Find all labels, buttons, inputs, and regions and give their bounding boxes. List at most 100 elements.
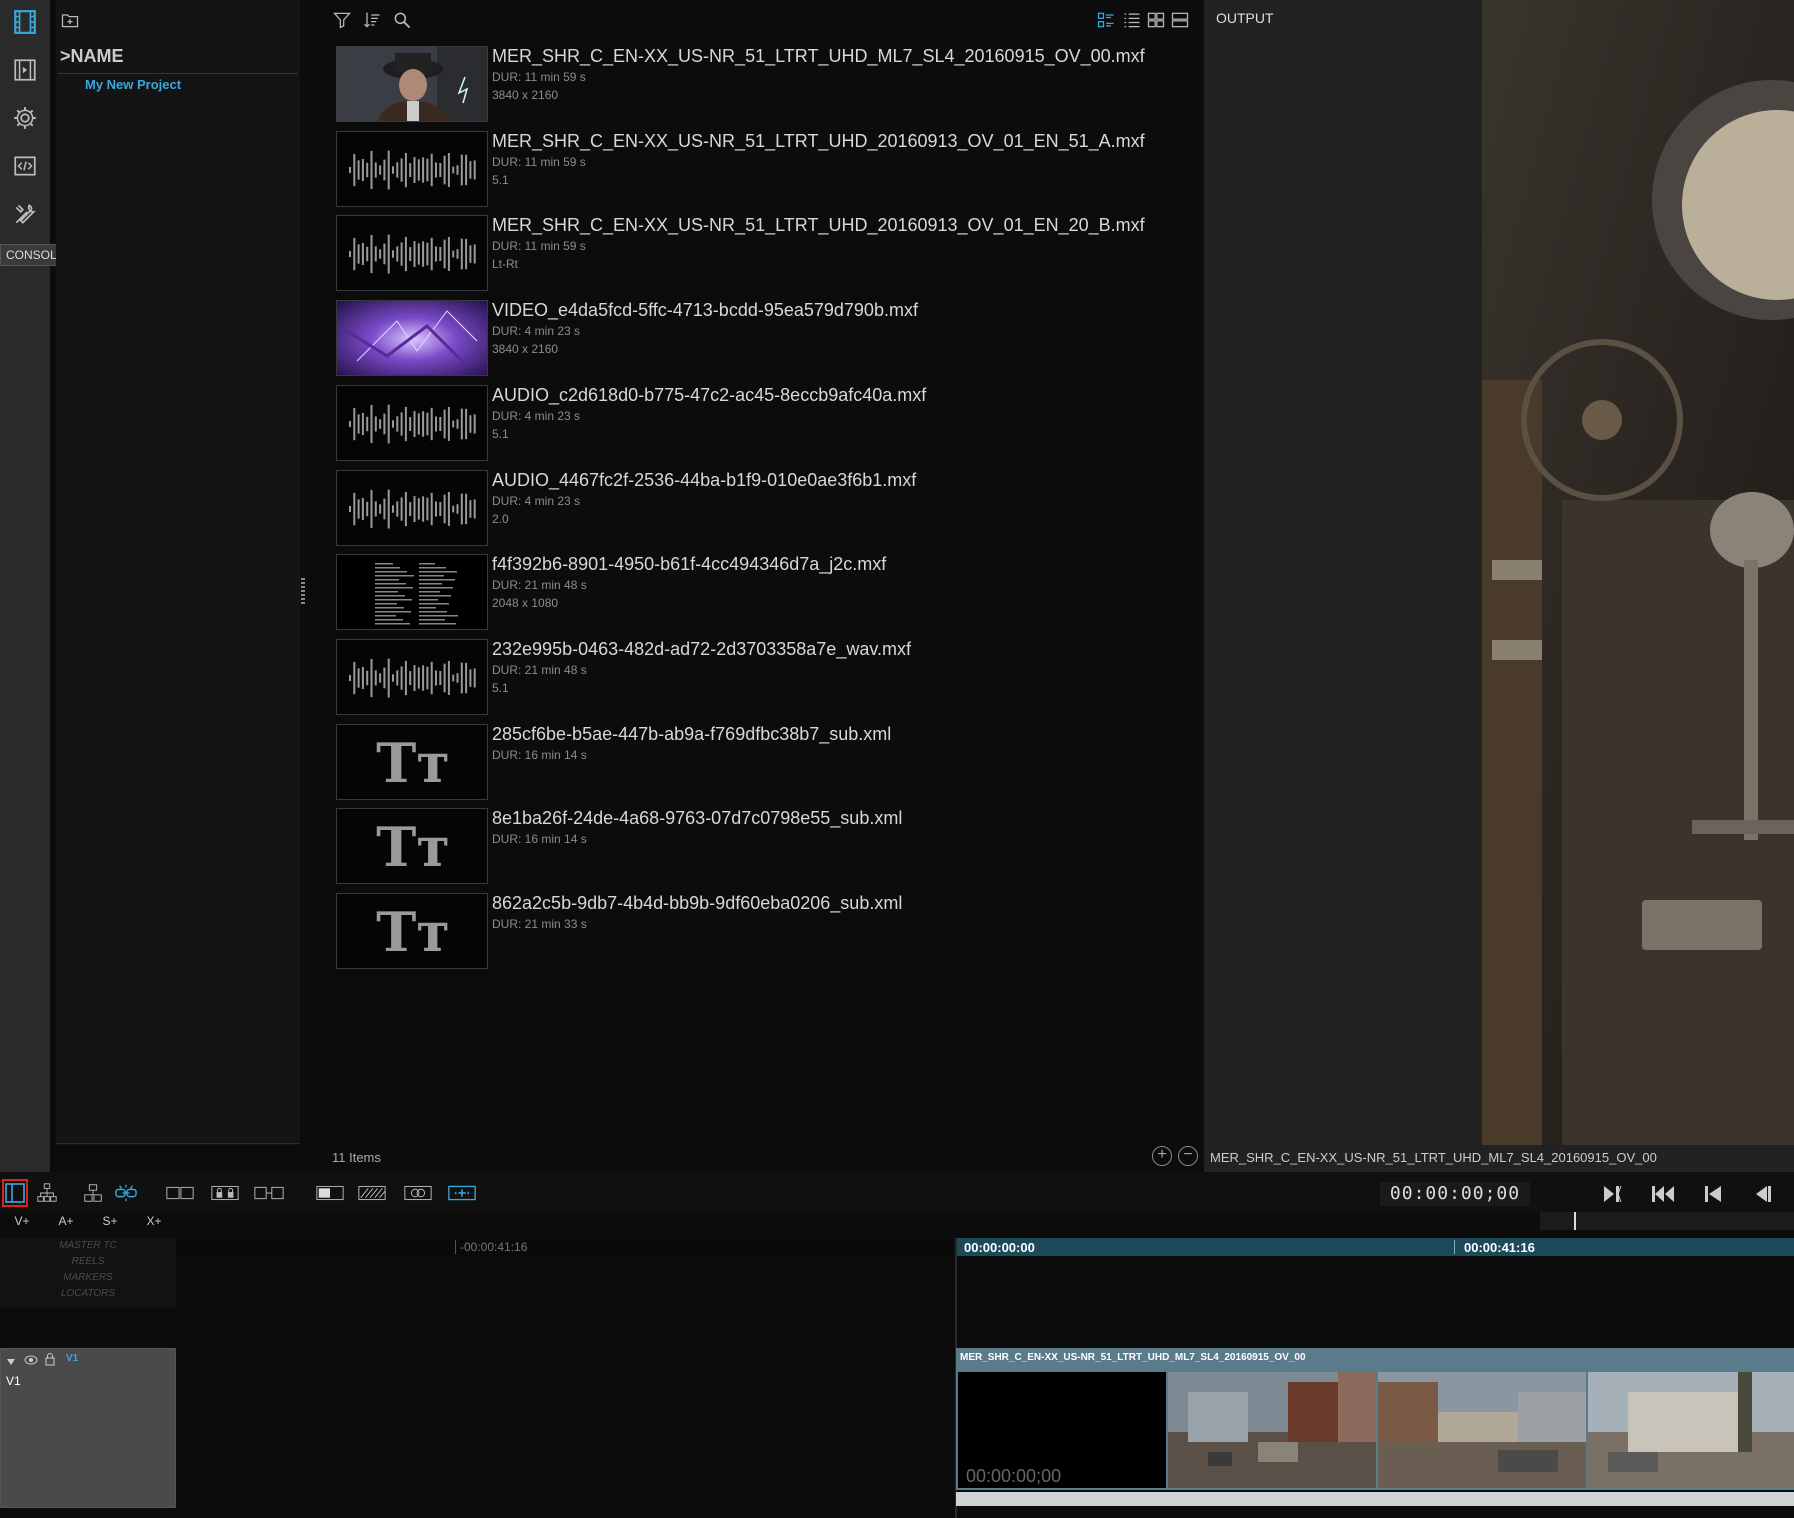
media-duration: DUR: 21 min 33 s [492, 917, 587, 931]
output-label: OUTPUT [1216, 10, 1274, 26]
output-clip-name: MER_SHR_C_EN-XX_US-NR_51_LTRT_UHD_ML7_SL… [1210, 1150, 1657, 1165]
timeline-ruler-left[interactable] [178, 1238, 956, 1256]
ripple-icon[interactable] [252, 1180, 286, 1206]
clip-frame-thumbnail [1378, 1372, 1586, 1488]
media-name: MER_SHR_C_EN-XX_US-NR_51_LTRT_UHD_201609… [492, 130, 1145, 151]
hierarchy-icon[interactable] [34, 1180, 60, 1206]
media-format: 3840 x 2160 [492, 88, 559, 102]
media-item[interactable]: f4f392b6-8901-4950-b61f-4cc494346d7a_j2c… [336, 554, 1196, 632]
media-item[interactable]: Tт 8e1ba26f-24de-4a68-9763-07d7c0798e55_s… [336, 808, 1196, 886]
media-name: 8e1ba26f-24de-4a68-9763-07d7c0798e55_sub… [492, 808, 903, 829]
lane-label: MARKERS [63, 1272, 113, 1283]
media-item[interactable]: Tт 862a2c5b-9db7-4b4d-bb9b-9df60eba0206_s… [336, 893, 1196, 971]
clip-frame-thumbnail [1168, 1372, 1376, 1488]
list-view-icon[interactable] [1120, 8, 1144, 32]
media-format: 5.1 [492, 426, 509, 441]
snap-icon[interactable] [446, 1180, 478, 1206]
media-name: 285cf6be-b5ae-447b-ab9a-f769dfbc38b7_sub… [492, 723, 892, 744]
media-thumbnail[interactable] [336, 469, 488, 546]
play-to-end-icon[interactable] [1598, 1181, 1628, 1207]
safe-area-icon[interactable] [356, 1180, 388, 1206]
add-audio-track-button[interactable]: A+ [46, 1212, 86, 1230]
search-icon[interactable] [390, 8, 414, 32]
group-icon[interactable] [80, 1180, 106, 1206]
clip-name: MER_SHR_C_EN-XX_US-NR_51_LTRT_UHD_ML7_SL… [960, 1352, 1306, 1363]
media-thumbnail[interactable]: Tт [336, 723, 488, 800]
media-format: 2.0 [492, 511, 509, 526]
media-item[interactable]: 232e995b-0463-482d-ad72-2d3703358a7e_wav… [336, 638, 1196, 717]
lane-label: REELS [71, 1256, 105, 1267]
media-icon[interactable] [9, 6, 41, 38]
timeline-icon[interactable] [9, 54, 41, 86]
media-item[interactable]: Tт 285cf6be-b5ae-447b-ab9a-f769dfbc38b7_s… [336, 723, 1196, 802]
clip-timecode: 00:00:00;00 [966, 1466, 1062, 1486]
text-glyph: Tт [376, 730, 450, 795]
sort-icon[interactable] [360, 8, 384, 32]
split-view-icon[interactable] [164, 1180, 196, 1206]
media-name: MER_SHR_C_EN-XX_US-NR_51_LTRT_UHD_201609… [492, 215, 1145, 236]
media-thumbnail[interactable] [336, 554, 488, 631]
media-thumbnail[interactable] [336, 130, 488, 207]
media-format: 5.1 [492, 680, 509, 695]
media-format: Lt-Rt [492, 257, 519, 272]
grid-view-icon[interactable] [1144, 8, 1168, 32]
track-label: V1 [6, 1374, 21, 1388]
divider [56, 1143, 300, 1144]
add-video-track-button[interactable]: V+ [2, 1212, 42, 1230]
link-icon[interactable] [112, 1180, 140, 1206]
media-thumbnail[interactable] [336, 638, 488, 715]
output-preview[interactable] [1482, 0, 1794, 1145]
media-thumbnail[interactable]: Tт [336, 808, 488, 885]
splitter-grip[interactable] [301, 578, 305, 606]
zoom-out-button[interactable]: − [1178, 1146, 1198, 1166]
add-extra-track-button[interactable]: X+ [134, 1212, 174, 1230]
filter-icon[interactable] [330, 8, 354, 32]
media-name: MER_SHR_C_EN-XX_US-NR_51_LTRT_UHD_ML7_SL… [492, 46, 1145, 66]
media-thumbnail[interactable] [336, 46, 488, 122]
timecode-display[interactable]: 00:00:00;00 [1380, 1182, 1530, 1206]
media-thumbnail[interactable] [336, 384, 488, 461]
scrub-handle[interactable] [1574, 1212, 1576, 1230]
settings-icon[interactable] [9, 102, 41, 134]
media-item[interactable]: MER_SHR_C_EN-XX_US-NR_51_LTRT_UHD_201609… [336, 130, 1196, 209]
media-duration: DUR: 21 min 48 s [492, 662, 587, 677]
text-glyph: Tт [376, 900, 450, 964]
eye-icon[interactable] [24, 1353, 38, 1371]
media-item[interactable]: VIDEO_e4da5fcd-5ffc-4713-bcdd-95ea579d79… [336, 300, 1196, 378]
lane-label: MASTER TC [59, 1240, 117, 1251]
media-item[interactable]: MER_SHR_C_EN-XX_US-NR_51_LTRT_UHD_ML7_SL… [336, 46, 1196, 124]
media-item[interactable]: AUDIO_4467fc2f-2536-44ba-b1f9-010e0ae3f6… [336, 469, 1196, 548]
lock-icon[interactable] [44, 1352, 56, 1371]
go-to-start-icon[interactable] [1698, 1181, 1728, 1207]
compare-icon[interactable] [314, 1180, 346, 1206]
detail-view-icon[interactable] [1094, 8, 1118, 32]
new-folder-icon[interactable] [58, 8, 82, 32]
step-back-icon[interactable] [1748, 1181, 1778, 1207]
media-thumbnail[interactable]: Tт [336, 893, 488, 969]
media-item[interactable]: AUDIO_c2d618d0-b775-47c2-ac45-8eccb9afc4… [336, 384, 1196, 463]
zoom-in-button[interactable]: + [1152, 1146, 1172, 1166]
overlay-icon[interactable] [402, 1180, 434, 1206]
add-subtitle-track-button[interactable]: S+ [90, 1212, 130, 1230]
media-item[interactable]: MER_SHR_C_EN-XX_US-NR_51_LTRT_UHD_201609… [336, 215, 1196, 293]
media-thumbnail[interactable] [336, 300, 488, 377]
media-format: 3840 x 2160 [492, 342, 559, 357]
project-item[interactable]: My New Project [85, 77, 181, 92]
timeline-ruler-right[interactable] [956, 1238, 1794, 1256]
tool-rail [0, 0, 50, 1172]
code-icon[interactable] [9, 150, 41, 182]
ruler-tick [455, 1240, 456, 1254]
collapse-track-icon[interactable] [6, 1354, 16, 1372]
media-name: AUDIO_c2d618d0-b775-47c2-ac45-8eccb9afc4… [492, 384, 927, 405]
media-thumbnail[interactable] [336, 215, 488, 292]
item-count: 11 Items [332, 1150, 381, 1165]
lock-tracks-icon[interactable] [208, 1180, 242, 1206]
project-column-header[interactable]: >NAME [60, 46, 124, 67]
media-duration: DUR: 4 min 23 s [492, 493, 581, 508]
tools-icon[interactable] [9, 198, 41, 230]
rewind-icon[interactable] [1648, 1181, 1678, 1207]
scrub-bar[interactable] [1540, 1212, 1794, 1230]
track-header-v1[interactable] [0, 1348, 176, 1508]
row-view-icon[interactable] [1168, 8, 1192, 32]
layout-toggle-button[interactable] [2, 1179, 28, 1207]
